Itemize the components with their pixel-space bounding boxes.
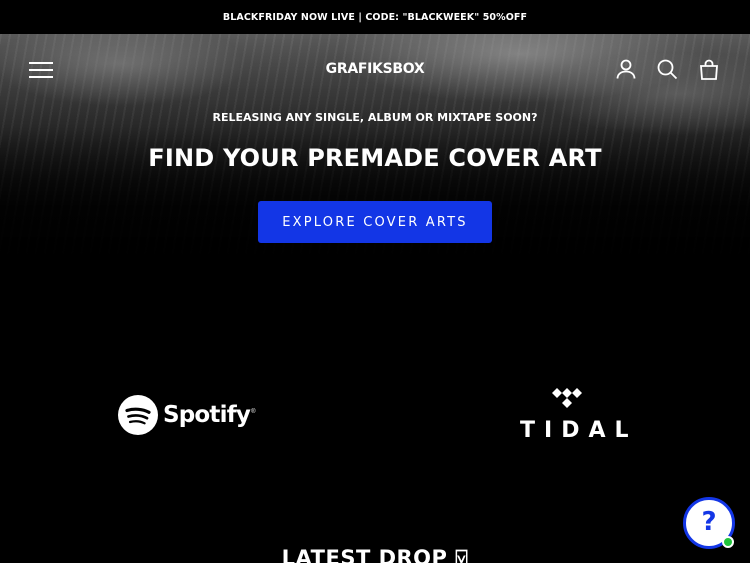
tidal-wordmark: TIDAL [520,418,638,443]
explore-cover-arts-button[interactable]: EXPLORE COVER ARTS [258,201,492,243]
spotify-trademark: ® [251,409,256,415]
cart-icon[interactable] [698,58,720,80]
spotify-logo: Spotify ® [118,395,256,435]
latest-drop-heading: LATEST DROP ⍌ [281,546,469,563]
spotify-logo-icon [118,395,158,435]
help-chat-button[interactable]: ? [683,497,735,549]
brand-logo[interactable]: GRAFIKSBOX [326,61,425,77]
partner-logos: Spotify ® TIDAL [0,380,750,450]
hero-title: FIND YOUR PREMADE COVER ART [148,144,602,172]
spotify-wordmark: Spotify [163,402,251,428]
tidal-logo: TIDAL [511,388,638,450]
announcement-bar: BLACKFRIDAY NOW LIVE | CODE: "BLACKWEEK"… [0,0,750,34]
account-icon[interactable] [615,58,637,80]
online-status-indicator [722,536,734,548]
search-icon[interactable] [656,58,678,80]
tidal-logo-icon [552,388,582,408]
hero-kicker: RELEASING ANY SINGLE, ALBUM OR MIXTAPE S… [212,111,538,124]
hamburger-menu-icon[interactable] [28,59,54,81]
question-mark-icon: ? [701,507,717,537]
announcement-text: BLACKFRIDAY NOW LIVE | CODE: "BLACKWEEK"… [222,11,528,23]
site-header: GRAFIKSBOX [0,34,750,106]
